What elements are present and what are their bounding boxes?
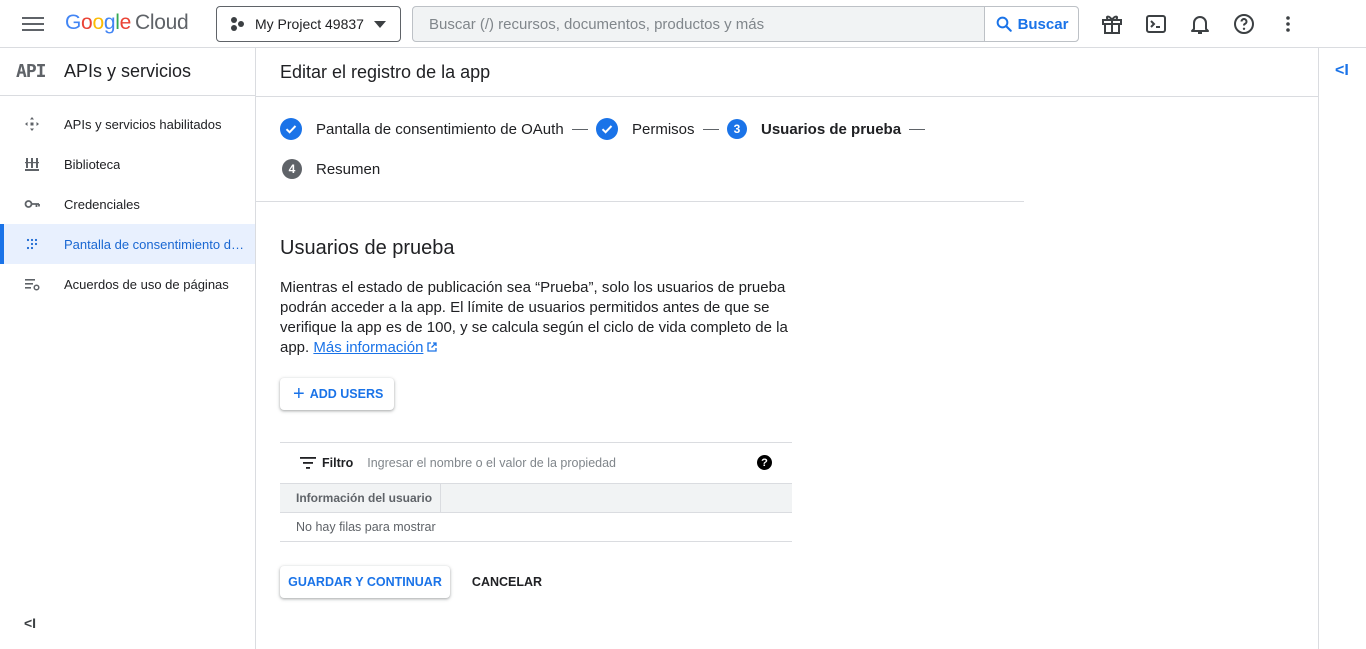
sidebar-nav: APIs y servicios habilitados Biblioteca … <box>0 96 255 304</box>
help-icon[interactable]: ? <box>757 455 772 470</box>
table-header: Información del usuario <box>280 484 792 513</box>
step-permissions[interactable]: Permisos <box>596 117 719 141</box>
sidebar-header: API APIs y servicios <box>0 48 255 96</box>
bell-icon[interactable] <box>1188 12 1212 36</box>
step-summary: 4 Resumen <box>282 157 380 181</box>
more-vert-icon[interactable] <box>1276 12 1300 36</box>
chevron-down-icon <box>374 21 386 28</box>
key-icon <box>0 196 64 212</box>
sidebar-item-enabled-apis[interactable]: APIs y servicios habilitados <box>0 104 255 144</box>
step-oauth-consent[interactable]: Pantalla de consentimiento de OAuth <box>280 117 588 141</box>
test-users-table: Filtro ? Información del usuario No hay … <box>280 442 792 542</box>
gift-icon[interactable] <box>1100 12 1124 36</box>
learn-more-link[interactable]: Más información <box>313 339 423 356</box>
filter-bar: Filtro ? <box>280 442 792 484</box>
project-icon <box>229 16 247 32</box>
filter-input[interactable] <box>367 456 728 470</box>
plus-icon: + <box>293 383 305 405</box>
top-bar: Google Cloud My Project 49837 Buscar <box>0 0 1366 48</box>
external-link-icon <box>427 342 438 352</box>
check-icon <box>596 118 618 140</box>
sidebar-title: APIs y servicios <box>64 61 192 81</box>
expand-panel-icon[interactable]: <I <box>1335 62 1349 80</box>
settings-list-icon <box>0 276 64 292</box>
api-badge: API <box>16 61 47 82</box>
step-test-users: 3 Usuarios de prueba <box>727 117 926 141</box>
consent-grid-icon <box>0 236 64 252</box>
step-number-badge: 4 <box>282 159 302 179</box>
column-header-user-info[interactable]: Información del usuario <box>280 484 441 512</box>
search-input[interactable] <box>413 7 984 41</box>
filter-icon <box>300 457 316 469</box>
page-header: Editar el registro de la app <box>256 48 1318 97</box>
library-icon <box>0 156 64 172</box>
apis-icon <box>0 116 64 132</box>
search-icon <box>996 16 1012 32</box>
section-title: Usuarios de prueba <box>280 237 455 259</box>
section-description: Mientras el estado de publicación sea “P… <box>280 279 788 356</box>
terminal-icon[interactable] <box>1144 12 1168 36</box>
filter-label: Filtro <box>322 456 354 470</box>
search-button[interactable]: Buscar <box>984 7 1078 41</box>
check-icon <box>280 118 302 140</box>
left-sidebar: API APIs y servicios APIs y servicios ha… <box>0 48 256 649</box>
project-name: My Project 49837 <box>255 16 364 32</box>
cancel-button[interactable]: CANCELAR <box>462 566 552 598</box>
right-rail: <I <box>1318 48 1366 649</box>
step-number-badge: 3 <box>727 119 747 139</box>
google-cloud-logo[interactable]: Google Cloud <box>65 11 189 35</box>
help-icon[interactable] <box>1232 12 1256 36</box>
collapse-sidebar-icon[interactable]: <I <box>24 615 36 631</box>
sidebar-item-library[interactable]: Biblioteca <box>0 144 255 184</box>
sidebar-item-page-usage-agreements[interactable]: Acuerdos de uso de páginas <box>0 264 255 304</box>
add-users-button[interactable]: + ADD USERS <box>280 378 394 410</box>
section-divider <box>256 201 1024 202</box>
sidebar-item-oauth-consent[interactable]: Pantalla de consentimiento de OAuth <box>0 224 255 264</box>
search-bar: Buscar <box>412 6 1079 42</box>
project-selector[interactable]: My Project 49837 <box>216 6 401 42</box>
page-title: Editar el registro de la app <box>280 62 491 82</box>
empty-table-message: No hay filas para mostrar <box>280 513 792 542</box>
stepper: Pantalla de consentimiento de OAuth Perm… <box>280 117 1024 203</box>
main-menu-icon[interactable] <box>22 14 44 34</box>
sidebar-item-credentials[interactable]: Credenciales <box>0 184 255 224</box>
save-and-continue-button[interactable]: GUARDAR Y CONTINUAR <box>280 566 450 598</box>
